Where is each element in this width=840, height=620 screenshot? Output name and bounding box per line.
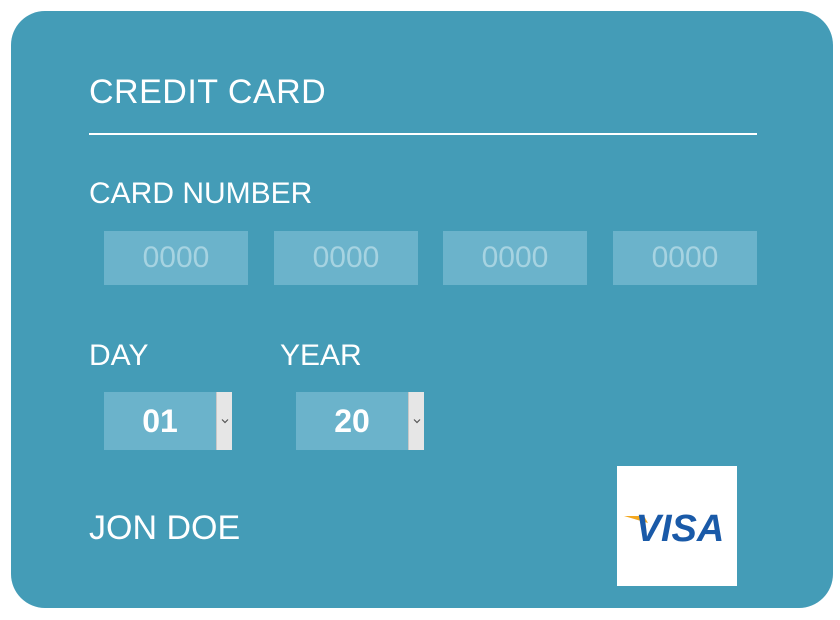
visa-logo-icon: VISA: [617, 466, 737, 586]
card-number-input-1[interactable]: [104, 231, 248, 285]
day-label: DAY: [89, 339, 149, 372]
card-number-input-3[interactable]: [443, 231, 587, 285]
card-number-input-2[interactable]: [274, 231, 418, 285]
visa-logo-graphic: VISA: [624, 508, 725, 550]
year-select-value: 20: [334, 403, 370, 439]
day-select[interactable]: 01: [104, 392, 232, 450]
card-number-label: CARD NUMBER: [89, 177, 313, 210]
visa-logo-text: VISA: [636, 508, 725, 550]
year-dropdown-arrow[interactable]: [408, 392, 424, 450]
card-number-input-4[interactable]: [613, 231, 757, 285]
cardholder-name: JON DOE: [89, 509, 241, 547]
chevron-down-icon: [221, 419, 228, 424]
day-dropdown-arrow[interactable]: [216, 392, 232, 450]
day-select-value: 01: [142, 403, 178, 439]
credit-card-panel: CREDIT CARD CARD NUMBER DAY YEAR 01 20 J…: [11, 11, 833, 608]
year-select[interactable]: 20: [296, 392, 424, 450]
title-divider: [89, 133, 757, 135]
year-label: YEAR: [280, 339, 362, 372]
chevron-down-icon: [413, 419, 420, 424]
card-title: CREDIT CARD: [89, 73, 327, 111]
